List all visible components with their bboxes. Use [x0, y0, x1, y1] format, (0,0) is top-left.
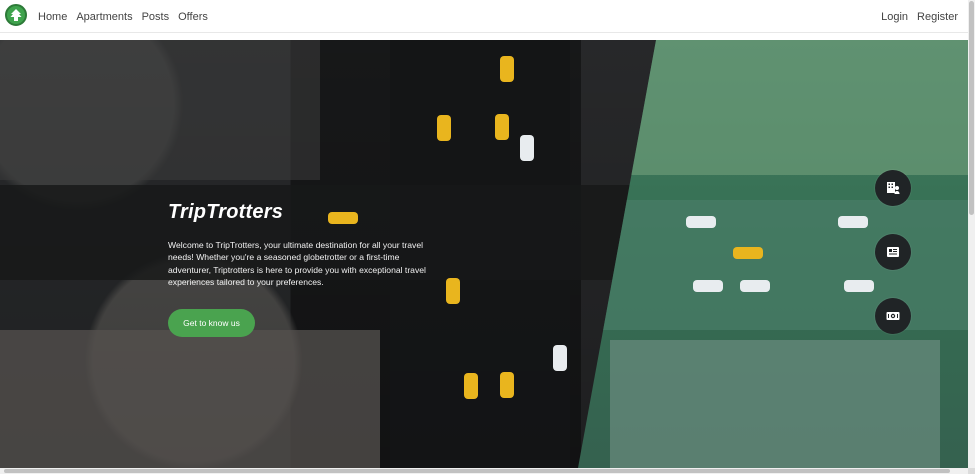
- hero-building-top-left: [0, 40, 320, 180]
- navbar: Home Apartments Posts Offers Login Regis…: [0, 0, 968, 33]
- offers-action-button[interactable]: [875, 298, 911, 334]
- hero-green-building-bottom: [610, 340, 940, 468]
- hero-section: TripTrotters Welcome to TripTrotters, yo…: [0, 40, 968, 468]
- white-car: [553, 345, 567, 371]
- white-car: [520, 135, 534, 161]
- login-link[interactable]: Login: [881, 11, 908, 23]
- yellow-car: [733, 247, 763, 259]
- register-link[interactable]: Register: [917, 11, 958, 23]
- nav-offers-link[interactable]: Offers: [178, 11, 208, 23]
- hero-title: TripTrotters: [168, 201, 284, 223]
- get-to-know-us-button[interactable]: Get to know us: [168, 309, 255, 337]
- nav-apartments-link[interactable]: Apartments: [76, 11, 132, 23]
- vertical-scrollbar-thumb[interactable]: [969, 1, 974, 215]
- vertical-scrollbar[interactable]: [968, 0, 975, 474]
- horizontal-scrollbar[interactable]: [0, 468, 968, 474]
- white-car: [686, 216, 716, 228]
- yellow-car: [500, 372, 514, 398]
- nav-right-links: Login Register: [881, 0, 958, 33]
- hero-content: TripTrotters Welcome to TripTrotters, yo…: [168, 201, 438, 288]
- apartment-user-icon: [887, 182, 900, 194]
- white-car: [844, 280, 874, 292]
- posts-action-button[interactable]: [875, 234, 911, 270]
- scrollbar-corner: [968, 468, 975, 474]
- nav-posts-link[interactable]: Posts: [142, 11, 170, 23]
- yellow-car: [437, 115, 451, 141]
- yellow-car: [495, 114, 509, 140]
- nav-home-link[interactable]: Home: [38, 11, 67, 23]
- hero-description: Welcome to TripTrotters, your ultimate d…: [168, 240, 426, 287]
- white-car: [740, 280, 770, 292]
- horizontal-scrollbar-thumb[interactable]: [4, 469, 950, 473]
- yellow-car: [446, 278, 460, 304]
- white-car: [838, 216, 868, 228]
- cash-icon: [886, 312, 900, 320]
- hero-green-building-top: [630, 40, 968, 175]
- nav-left-links: Home Apartments Posts Offers: [38, 0, 208, 33]
- yellow-car: [500, 56, 514, 82]
- newspaper-icon: [887, 247, 899, 257]
- hero-green-road: [600, 200, 968, 330]
- tree-logo-icon[interactable]: [5, 4, 27, 26]
- white-car: [693, 280, 723, 292]
- yellow-car: [464, 373, 478, 399]
- apartments-action-button[interactable]: [875, 170, 911, 206]
- hero-building-bottom-left: [0, 330, 380, 468]
